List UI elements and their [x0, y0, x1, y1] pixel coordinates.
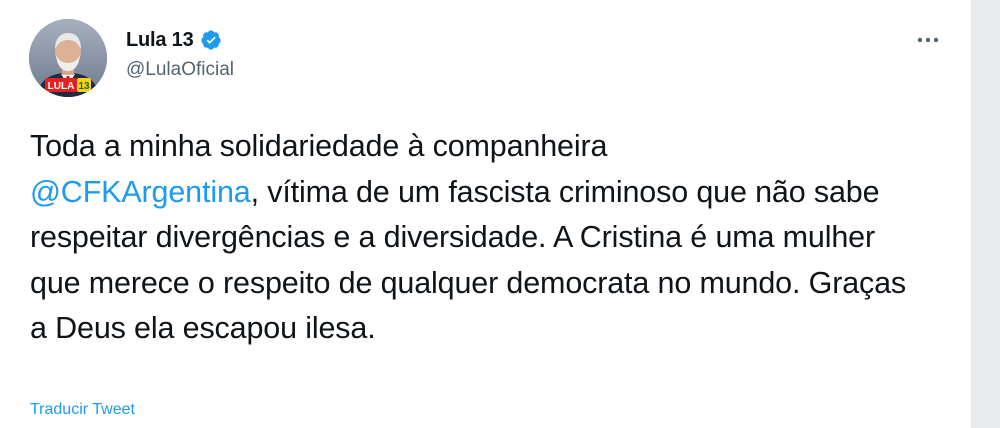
avatar[interactable]: LULA 13 [29, 19, 107, 97]
tweet-card[interactable]: LULA 13 Lula 13 @LulaOficial Toda a minh… [0, 0, 972, 428]
tweet-header: Lula 13 @LulaOficial [126, 27, 234, 81]
user-handle[interactable]: @LulaOficial [126, 59, 234, 81]
tweet-text-before-mention: Toda a minha solidariedade à companheira [30, 129, 608, 163]
display-name[interactable]: Lula 13 [126, 29, 194, 52]
more-options-button[interactable] [913, 28, 943, 52]
avatar-badge-text: LULA [48, 81, 75, 92]
verified-badge-icon [200, 29, 222, 51]
avatar-badge-number: 13 [78, 81, 90, 92]
tweet-text: Toda a minha solidariedade à companheira… [30, 124, 930, 352]
avatar-badge: LULA 13 [45, 78, 91, 92]
more-horizontal-icon [917, 37, 939, 43]
name-row: Lula 13 [126, 27, 234, 53]
mention-link[interactable]: @CFKArgentina [30, 175, 251, 209]
translate-tweet-link[interactable]: Traducir Tweet [30, 401, 135, 419]
